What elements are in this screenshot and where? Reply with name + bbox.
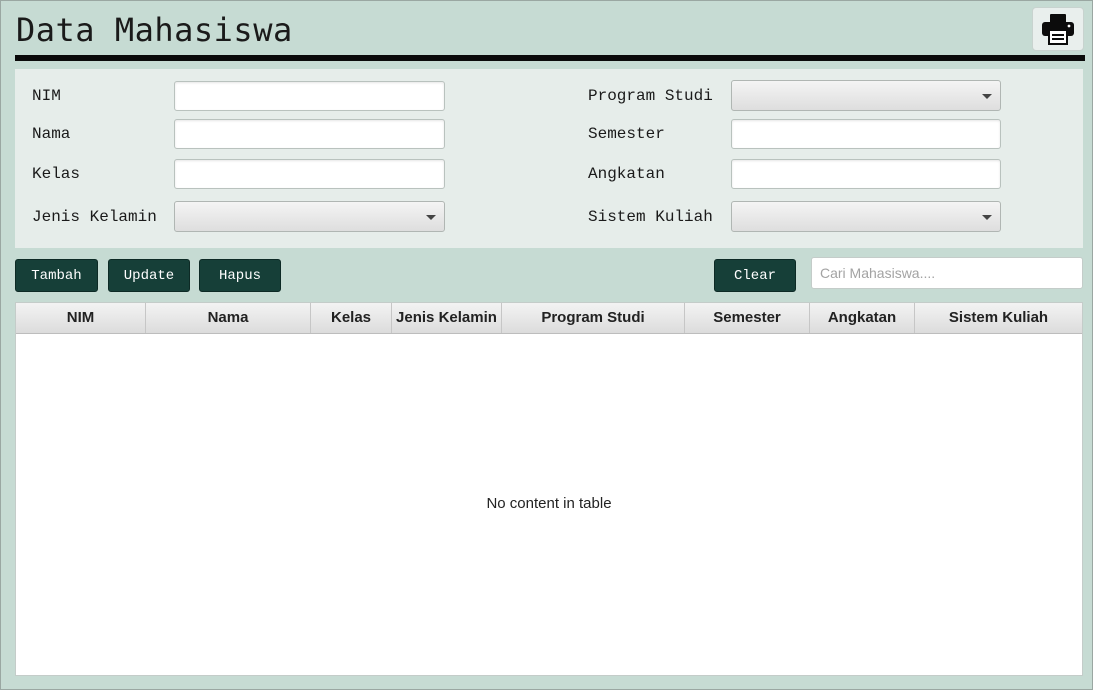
empty-table-message: No content in table [486,495,612,512]
angkatan-label: Angkatan [588,165,665,183]
program-studi-select[interactable] [731,80,1001,111]
nim-label: NIM [32,87,61,105]
tambah-button[interactable]: Tambah [15,259,98,292]
sistem-kuliah-label: Sistem Kuliah [588,208,713,226]
mahasiswa-table[interactable]: NIM Nama Kelas Jenis Kelamin Program Stu… [15,302,1083,676]
print-button[interactable] [1032,7,1084,51]
column-header-sistem-kuliah[interactable]: Sistem Kuliah [915,303,1082,333]
column-header-jenis-kelamin[interactable]: Jenis Kelamin [392,303,502,333]
column-header-nim[interactable]: NIM [16,303,146,333]
kelas-label: Kelas [32,165,81,183]
sistem-kuliah-select[interactable] [731,201,1001,232]
semester-field[interactable] [731,119,1001,149]
column-header-semester[interactable]: Semester [685,303,810,333]
nama-field[interactable] [174,119,445,149]
chevron-down-icon [982,94,992,99]
jenis-kelamin-label: Jenis Kelamin [32,208,157,226]
hapus-button[interactable]: Hapus [199,259,281,292]
column-header-angkatan[interactable]: Angkatan [810,303,915,333]
kelas-field[interactable] [174,159,445,189]
column-header-program-studi[interactable]: Program Studi [502,303,685,333]
jenis-kelamin-select[interactable] [174,201,445,232]
update-button[interactable]: Update [108,259,190,292]
semester-label: Semester [588,125,665,143]
chevron-down-icon [426,215,436,220]
printer-icon [1042,14,1074,45]
column-header-kelas[interactable]: Kelas [311,303,392,333]
table-header: NIM Nama Kelas Jenis Kelamin Program Stu… [16,303,1082,334]
nim-field[interactable] [174,81,445,111]
program-studi-label: Program Studi [588,87,713,105]
column-header-nama[interactable]: Nama [146,303,311,333]
angkatan-field[interactable] [731,159,1001,189]
nama-label: Nama [32,125,71,143]
page-title: Data Mahasiswa [16,11,293,49]
chevron-down-icon [982,215,992,220]
title-divider [15,55,1085,61]
clear-button[interactable]: Clear [714,259,796,292]
search-input[interactable] [811,257,1083,289]
